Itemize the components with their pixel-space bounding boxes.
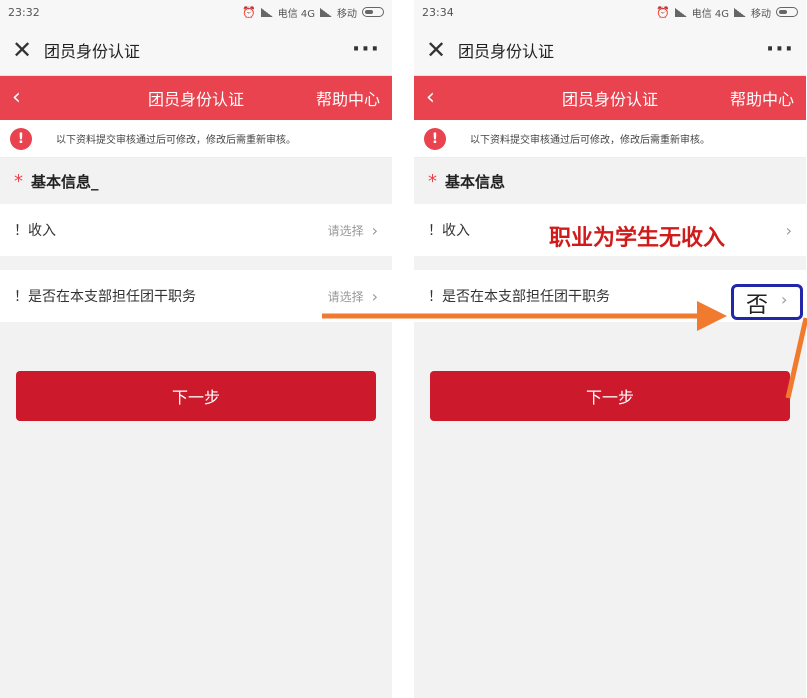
signal-icon (674, 7, 687, 17)
status-carrier-2: 移动 (337, 8, 357, 20)
chevron-left-icon[interactable]: ‹ (12, 87, 52, 109)
cadre-role-value: 请选择 (327, 289, 364, 304)
wechat-title-bar: ✕ 团员身份认证 ··· (414, 24, 806, 76)
selected-value-annotation: 否 (746, 293, 769, 318)
alert-icon: ! (424, 127, 446, 150)
notice-bar: ! 以下资料提交审核通过后可修改，修改后需重新审核。 (0, 120, 392, 158)
next-step-button[interactable]: 下一步 (430, 371, 790, 421)
status-bar: 23:34 ⏰ 电信 4G 移动 (414, 0, 806, 24)
section-header: * 基本信息 (414, 158, 806, 204)
wechat-title: 团员身份认证 (458, 41, 555, 61)
section-header: * 基本信息_ (0, 158, 392, 204)
status-time: 23:34 (422, 5, 454, 19)
chevron-left-icon[interactable]: ‹ (426, 87, 466, 109)
chevron-right-icon: › (781, 290, 788, 309)
chevron-right-icon: › (371, 286, 378, 306)
alarm-icon: ⏰ (242, 5, 256, 19)
income-row[interactable]: ！收入 请选择 › (0, 204, 392, 256)
help-center-link[interactable]: 帮助中心 (316, 86, 380, 110)
income-label: ！收入 (14, 223, 56, 239)
cadre-role-label: ！是否在本支部担任团干职务 (14, 289, 196, 305)
page-header: ‹ 团员身份认证 帮助中心 (0, 76, 392, 120)
help-center-link[interactable]: 帮助中心 (730, 86, 794, 110)
signal-icon (260, 7, 273, 17)
battery-icon (776, 7, 798, 17)
status-bar: 23:32 ⏰ 电信 4G 移动 (0, 0, 392, 24)
close-icon[interactable]: ✕ (12, 38, 40, 62)
section-title: 基本信息_ (31, 172, 99, 191)
alert-icon: ! (10, 127, 32, 150)
signal-icon (320, 7, 332, 17)
phone-screen-right: 23:34 ⏰ 电信 4G 移动 ✕ 团员身份认证 ··· ‹ 团员身份认证 帮… (414, 0, 806, 698)
status-carrier: 电信 4G (277, 8, 315, 20)
wechat-title-bar: ✕ 团员身份认证 ··· (0, 24, 392, 76)
more-icon[interactable]: ··· (352, 38, 380, 61)
status-carrier-2: 移动 (751, 8, 771, 20)
notice-text: 以下资料提交审核通过后可修改，修改后需重新审核。 (470, 135, 710, 146)
income-annotation: 职业为学生无收入 (549, 225, 726, 251)
alarm-icon: ⏰ (656, 5, 670, 19)
notice-bar: ! 以下资料提交审核通过后可修改，修改后需重新审核。 (414, 120, 806, 158)
required-star: * (14, 170, 23, 192)
more-icon[interactable]: ··· (766, 38, 794, 61)
income-value: 请选择 (327, 223, 364, 238)
status-carrier: 电信 4G (691, 8, 729, 20)
income-label: ！收入 (428, 223, 470, 239)
chevron-right-icon: › (371, 220, 378, 240)
signal-icon (734, 7, 746, 17)
section-title: 基本信息 (445, 172, 506, 191)
required-star: * (428, 170, 437, 192)
battery-icon (362, 7, 384, 17)
phone-screen-left: 23:32 ⏰ 电信 4G 移动 ✕ 团员身份认证 ··· ‹ 团员身份认证 帮… (0, 0, 392, 698)
cadre-role-label: ！是否在本支部担任团干职务 (428, 289, 610, 305)
notice-text: 以下资料提交审核通过后可修改，修改后需重新审核。 (56, 135, 296, 146)
cadre-role-row[interactable]: ！是否在本支部担任团干职务 请选择 › (0, 270, 392, 322)
next-step-button[interactable]: 下一步 (16, 371, 376, 421)
wechat-title: 团员身份认证 (44, 41, 141, 61)
status-time: 23:32 (8, 5, 40, 19)
close-icon[interactable]: ✕ (426, 38, 454, 62)
chevron-right-icon: › (785, 220, 792, 240)
page-header: ‹ 团员身份认证 帮助中心 (414, 76, 806, 120)
